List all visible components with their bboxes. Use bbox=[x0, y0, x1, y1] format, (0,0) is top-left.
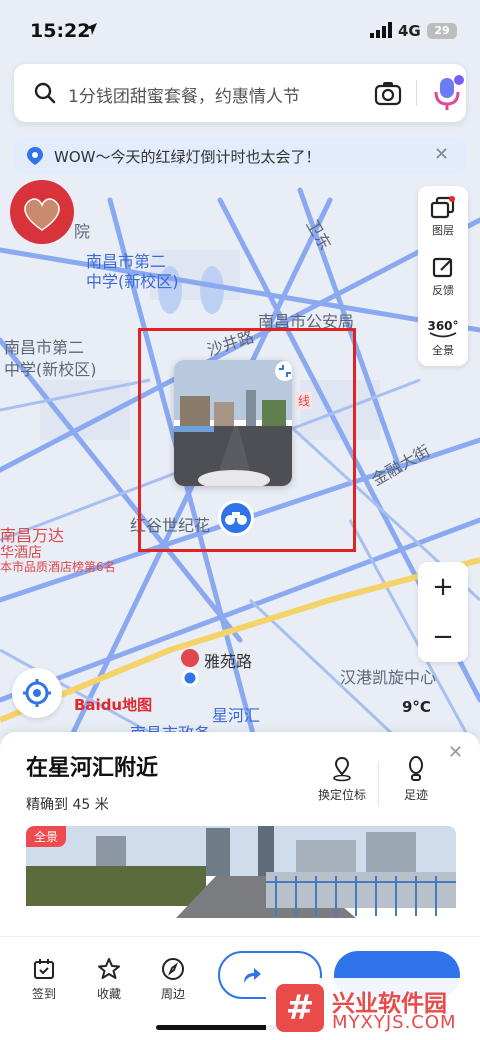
weather-temp[interactable]: 9°C bbox=[402, 698, 431, 716]
nav-nearby[interactable]: 周边 bbox=[149, 957, 197, 1002]
search-input[interactable]: 1分钱团甜蜜套餐，约惠情人节 bbox=[68, 82, 358, 107]
panorama-360-icon: 360° bbox=[427, 319, 459, 338]
tool-label: 反馈 bbox=[432, 284, 454, 297]
map-label-poi[interactable]: 南昌市第二 bbox=[4, 334, 84, 358]
crosshair-icon bbox=[23, 679, 51, 707]
map-label-poi[interactable]: 院 bbox=[74, 218, 90, 242]
compass-icon bbox=[162, 958, 184, 980]
panorama-tag: 全景 bbox=[26, 826, 67, 847]
map-label-poi[interactable]: 中学(新校区) bbox=[4, 356, 97, 380]
layers-icon bbox=[430, 196, 455, 219]
zoom-in-button[interactable]: + bbox=[418, 562, 468, 612]
swap-marker-button[interactable]: 换定位标 bbox=[310, 756, 374, 803]
search-divider bbox=[416, 80, 417, 106]
map-label-station[interactable]: 雅苑路 bbox=[204, 648, 252, 672]
feedback-icon bbox=[432, 257, 453, 278]
map-tools-panel: 图层 反馈 360° 全景 bbox=[418, 186, 468, 366]
search-icon bbox=[34, 82, 56, 104]
footprint-icon bbox=[409, 756, 423, 781]
panorama-preview[interactable]: 全景 bbox=[26, 826, 456, 918]
action-label: 足迹 bbox=[403, 788, 428, 802]
nav-checkin[interactable]: 签到 bbox=[20, 957, 68, 1002]
voice-mic-icon[interactable] bbox=[430, 74, 464, 112]
close-icon[interactable]: ✕ bbox=[434, 144, 449, 165]
search-bar[interactable]: 1分钱团甜蜜套餐，约惠情人节 bbox=[14, 64, 466, 122]
footprint-button[interactable]: 足迹 bbox=[384, 756, 448, 803]
binoculars-icon bbox=[225, 512, 247, 525]
watermark-logo: # bbox=[276, 984, 324, 1032]
network-type: 4G bbox=[398, 22, 421, 40]
star-icon bbox=[98, 958, 120, 979]
map-label-poi-note: 本市品质酒店榜第6名 bbox=[0, 560, 116, 574]
zoom-controls: + − bbox=[418, 562, 468, 662]
promo-avatar[interactable] bbox=[10, 180, 74, 244]
action-label: 换定位标 bbox=[317, 788, 366, 802]
banner-text: WOW～今天的红绿灯倒计时也太会了！ bbox=[54, 148, 321, 166]
close-icon[interactable]: ✕ bbox=[448, 742, 463, 763]
route-arrow-icon bbox=[244, 968, 261, 983]
nav-favorites[interactable]: 收藏 bbox=[85, 957, 133, 1002]
tool-feedback[interactable]: 反馈 bbox=[418, 248, 468, 304]
streetview-thumbnail[interactable] bbox=[174, 360, 292, 486]
watermark-url: MYXYJS.COM bbox=[332, 1012, 457, 1033]
tool-layers[interactable]: 图层 bbox=[418, 188, 468, 244]
status-bar: 15:22 4G 29 bbox=[0, 0, 480, 60]
streetview-marker[interactable] bbox=[218, 500, 254, 536]
nav-label: 周边 bbox=[160, 987, 185, 1001]
watermark: # 兴业软件园 MYXYJS.COM bbox=[266, 978, 480, 1040]
camera-icon[interactable] bbox=[374, 80, 402, 106]
tool-label: 全景 bbox=[432, 344, 454, 357]
sheet-title: 在星河汇附近 bbox=[26, 756, 159, 781]
notice-banner[interactable]: WOW～今天的红绿灯倒计时也太会了！ ✕ bbox=[14, 138, 466, 174]
map-label-poi[interactable]: 中学(新校区) bbox=[86, 268, 179, 292]
checkin-icon bbox=[34, 959, 54, 979]
zoom-out-button[interactable]: − bbox=[418, 612, 468, 662]
panorama-badge-text: 360° bbox=[427, 319, 458, 333]
panorama-photo bbox=[26, 826, 456, 918]
map-label-poi[interactable]: 星河汇 bbox=[212, 702, 260, 726]
collapse-icon[interactable] bbox=[274, 360, 292, 382]
nav-label: 签到 bbox=[31, 987, 56, 1001]
nav-label: 收藏 bbox=[96, 987, 121, 1001]
tool-panorama[interactable]: 360° 全景 bbox=[418, 308, 468, 364]
location-arrow-icon bbox=[85, 23, 97, 35]
location-pin-icon bbox=[27, 147, 43, 165]
battery-icon: 29 bbox=[427, 23, 457, 39]
tool-label: 图层 bbox=[432, 224, 454, 237]
pin-swap-icon bbox=[333, 756, 351, 782]
locate-button[interactable] bbox=[12, 668, 62, 718]
accuracy-text: 精确到 45 米 bbox=[26, 797, 109, 813]
map-label-poi[interactable]: 汉港凯旋中心 bbox=[340, 664, 436, 688]
status-time: 15:22 bbox=[30, 20, 91, 42]
action-divider bbox=[378, 762, 379, 806]
signal-icon bbox=[370, 22, 392, 38]
heart-icon bbox=[24, 198, 60, 231]
baidu-map-logo: Baidu地图 bbox=[74, 696, 153, 714]
